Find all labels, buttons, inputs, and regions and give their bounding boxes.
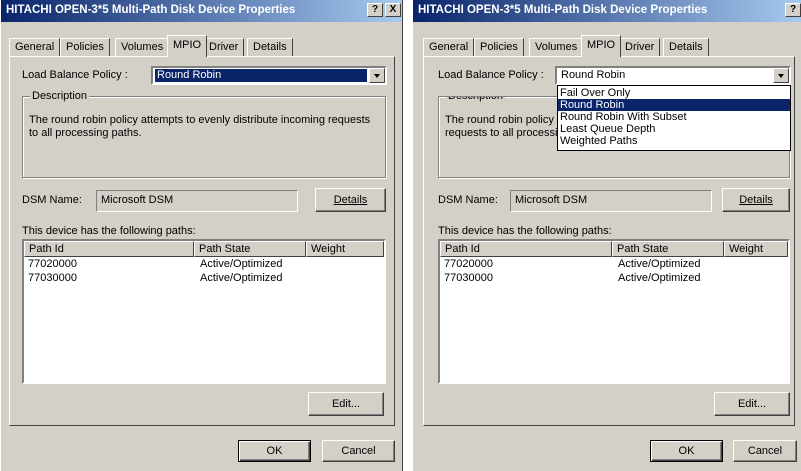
tab-mpio[interactable]: MPIO [581,35,622,57]
path-state-cell: Active/Optimized [618,258,701,270]
tab-mpio[interactable]: MPIO [167,35,208,57]
edit-button[interactable]: Edit... [714,392,790,416]
help-button[interactable]: ? [785,3,801,17]
column-header-weight[interactable]: Weight [724,241,788,257]
path-id-cell: 77020000 [444,258,493,270]
ok-button[interactable]: OK [650,440,723,462]
chevron-down-icon[interactable] [773,68,789,83]
tab-volumes[interactable]: Volumes [529,38,584,56]
paths-label: This device has the following paths: [22,225,196,237]
properties-dialog-left: HITACHI OPEN-3*5 Multi-Path Disk Device … [0,0,403,471]
table-row[interactable]: 77030000 Active/Optimized [24,272,384,285]
edit-button-label: Edit... [737,398,767,410]
path-id-cell: 77030000 [444,272,493,284]
title-bar[interactable]: HITACHI OPEN-3*5 Multi-Path Disk Device … [413,0,801,22]
policy-selected-value: Round Robin [561,69,626,81]
mpio-panel: Load Balance Policy : Round Robin Fail O… [423,56,795,426]
close-button[interactable]: X [385,3,401,17]
title-bar[interactable]: HITACHI OPEN-3*5 Multi-Path Disk Device … [1,0,402,22]
policy-option-fail-over-only[interactable]: Fail Over Only [558,87,790,99]
column-header-path-state[interactable]: Path State [612,241,724,257]
dsm-name-label: DSM Name: [438,194,498,206]
path-state-cell: Active/Optimized [618,272,701,284]
paths-list[interactable]: Path Id Path State Weight 77020000 Activ… [22,239,386,384]
tab-general[interactable]: General [423,38,475,56]
column-header-path-id[interactable]: Path Id [24,241,194,257]
dsm-details-button[interactable]: Details [315,188,386,212]
policy-option-least-queue-depth[interactable]: Least Queue Depth [558,123,790,135]
cancel-button[interactable]: Cancel [322,440,395,462]
policy-option-round-robin[interactable]: Round Robin [558,99,790,111]
column-header-path-id[interactable]: Path Id [440,241,612,257]
description-group: Description The round robin policy attem… [22,90,386,178]
window-title: HITACHI OPEN-3*5 Multi-Path Disk Device … [6,4,296,16]
dsm-name-field: Microsoft DSM [510,190,712,212]
tab-policies[interactable]: Policies [474,38,524,56]
description-text: The round robin policy attempts to evenl… [29,114,371,139]
description-label: Description [446,97,506,102]
tab-details[interactable]: Details [247,38,293,56]
dsm-details-button-label: Details [739,194,773,206]
policy-option-round-robin-with-subset[interactable]: Round Robin With Subset [558,111,790,123]
path-id-cell: 77030000 [28,272,77,284]
description-label: Description [30,90,90,102]
dsm-details-button[interactable]: Details [722,188,790,212]
column-header-weight[interactable]: Weight [306,241,384,257]
tab-volumes[interactable]: Volumes [115,38,170,56]
table-row[interactable]: 77030000 Active/Optimized [440,272,788,285]
path-state-cell: Active/Optimized [200,272,283,284]
paths-list[interactable]: Path Id Path State Weight 77020000 Activ… [438,239,790,384]
load-balance-policy-label: Load Balance Policy : [22,69,128,81]
tab-policies[interactable]: Policies [60,38,110,56]
path-id-cell: 77020000 [28,258,77,270]
load-balance-policy-select[interactable]: Round Robin [555,66,791,85]
tab-driver[interactable]: Driver [619,38,661,56]
tab-driver[interactable]: Driver [203,38,245,56]
edit-button[interactable]: Edit... [308,392,384,416]
dsm-name-label: DSM Name: [22,194,82,206]
ok-button[interactable]: OK [238,440,311,462]
policy-dropdown-list[interactable]: Fail Over Only Round Robin Round Robin W… [557,85,791,151]
policy-selected-value: Round Robin [155,69,367,82]
policy-option-weighted-paths[interactable]: Weighted Paths [558,135,790,147]
cancel-button[interactable]: Cancel [733,440,797,462]
properties-dialog-right: HITACHI OPEN-3*5 Multi-Path Disk Device … [412,0,801,471]
load-balance-policy-select[interactable]: Round Robin [151,66,387,85]
chevron-down-icon[interactable] [369,68,385,83]
window-title: HITACHI OPEN-3*5 Multi-Path Disk Device … [418,4,708,16]
dsm-details-button-label: Details [333,194,368,206]
table-row[interactable]: 77020000 Active/Optimized [24,258,384,271]
help-button[interactable]: ? [367,3,383,17]
tab-details[interactable]: Details [663,38,709,56]
table-row[interactable]: 77020000 Active/Optimized [440,258,788,271]
mpio-panel: Load Balance Policy : Round Robin Descri… [9,56,395,426]
load-balance-policy-label: Load Balance Policy : [438,69,544,81]
edit-button-label: Edit... [331,398,361,410]
dsm-name-field: Microsoft DSM [96,190,298,212]
path-state-cell: Active/Optimized [200,258,283,270]
column-header-path-state[interactable]: Path State [194,241,306,257]
tab-general[interactable]: General [9,38,61,56]
paths-label: This device has the following paths: [438,225,612,237]
